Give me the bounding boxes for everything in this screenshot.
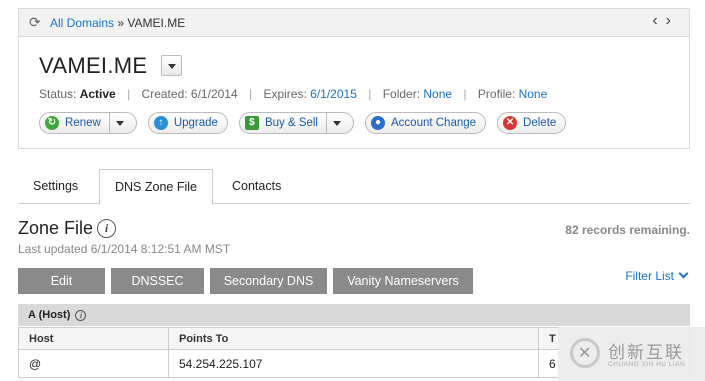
vanity-nameservers-button[interactable]: Vanity Nameservers: [333, 268, 473, 294]
renew-dropdown-icon[interactable]: [108, 113, 127, 133]
upgrade-icon: ↑: [153, 116, 168, 130]
records-remaining: 82 records remaining.: [565, 223, 690, 237]
profile-link[interactable]: None: [519, 87, 548, 101]
zone-toolbar: Edit DNSSEC Secondary DNS Vanity Nameser…: [18, 268, 473, 294]
user-icon: ●: [371, 116, 385, 130]
section-info-icon[interactable]: i: [75, 310, 87, 321]
host-cell: @: [18, 349, 169, 378]
created-label: Created:: [141, 87, 188, 101]
watermark-logo-icon: [570, 338, 600, 368]
domain-dropdown-button[interactable]: [161, 55, 182, 76]
delete-label: Delete: [523, 117, 557, 129]
buy-sell-dropdown-icon[interactable]: [326, 113, 344, 133]
section-title: A (Host): [28, 309, 71, 321]
watermark-subtext: CHUANG XIN HU LIAN: [608, 361, 686, 368]
buy-sell-button[interactable]: $ Buy & Sell: [238, 112, 354, 134]
buy-sell-label: Buy & Sell: [264, 117, 318, 129]
breadcrumb-separator: »: [117, 16, 125, 30]
filter-list-dropdown[interactable]: Filter List: [625, 268, 689, 283]
renew-button[interactable]: ↻ Renew: [39, 112, 137, 134]
info-icon[interactable]: i: [97, 219, 116, 238]
renew-icon: ↻: [45, 116, 59, 130]
breadcrumb-bar: ⟳ All Domains » VAMEI.ME ‹›: [18, 8, 690, 36]
dollar-icon: $: [244, 116, 259, 130]
dnssec-button[interactable]: DNSSEC: [111, 268, 204, 294]
secondary-dns-button[interactable]: Secondary DNS: [210, 268, 327, 294]
tab-contacts[interactable]: Contacts: [232, 169, 281, 204]
account-change-label: Account Change: [391, 117, 477, 129]
upgrade-label: Upgrade: [173, 117, 218, 129]
refresh-icon[interactable]: ⟳: [29, 15, 43, 29]
breadcrumb-current: VAMEI.ME: [127, 16, 186, 30]
status-value: Active: [79, 87, 116, 101]
chevron-down-icon: [678, 268, 689, 279]
edit-button[interactable]: Edit: [18, 268, 105, 294]
watermark: 创新互联 CHUANG XIN HU LIAN: [558, 327, 705, 381]
previous-arrow-icon[interactable]: ‹: [652, 12, 665, 29]
section-a-host: A (Host) i: [18, 304, 690, 326]
action-buttons: ↻ Renew ↑ Upgrade $ Buy & Sell ● Account…: [39, 112, 567, 134]
delete-button[interactable]: ✕ Delete: [497, 112, 567, 134]
next-arrow-icon[interactable]: ›: [666, 12, 679, 29]
profile-label: Profile:: [477, 87, 516, 101]
column-header-host: Host: [18, 327, 169, 350]
column-header-points-to: Points To: [168, 327, 539, 350]
tab-settings[interactable]: Settings: [33, 169, 78, 204]
zone-file-title: Zone File: [18, 218, 94, 238]
tab-bar: Settings DNS Zone File Contacts: [18, 169, 690, 205]
domain-card: VAMEI.ME Status: Active | Created: 6/1/2…: [18, 36, 690, 149]
status-label: Status:: [39, 87, 77, 101]
renew-label: Renew: [65, 117, 101, 129]
domain-title: VAMEI.ME: [39, 53, 148, 78]
expires-label: Expires:: [263, 87, 307, 101]
breadcrumb: All Domains » VAMEI.ME: [50, 16, 185, 30]
nav-arrows: ‹›: [652, 12, 679, 30]
breadcrumb-link-all-domains[interactable]: All Domains: [50, 16, 114, 30]
folder-label: Folder:: [382, 87, 421, 101]
last-updated: Last updated 6/1/2014 8:12:51 AM MST: [18, 242, 231, 256]
created-value: 6/1/2014: [190, 87, 238, 101]
expires-link[interactable]: 6/1/2015: [310, 87, 357, 101]
watermark-text: 创新互联: [608, 343, 684, 362]
delete-icon: ✕: [503, 116, 518, 130]
upgrade-button[interactable]: ↑ Upgrade: [147, 112, 228, 134]
points-to-cell: 54.254.225.107: [168, 349, 539, 378]
filter-list-label: Filter List: [625, 269, 674, 283]
folder-link[interactable]: None: [423, 87, 452, 101]
domain-meta: Status: Active | Created: 6/1/2014 | Exp…: [39, 87, 548, 101]
account-change-button[interactable]: ● Account Change: [365, 112, 487, 134]
tab-dns-zone-file[interactable]: DNS Zone File: [99, 169, 213, 205]
